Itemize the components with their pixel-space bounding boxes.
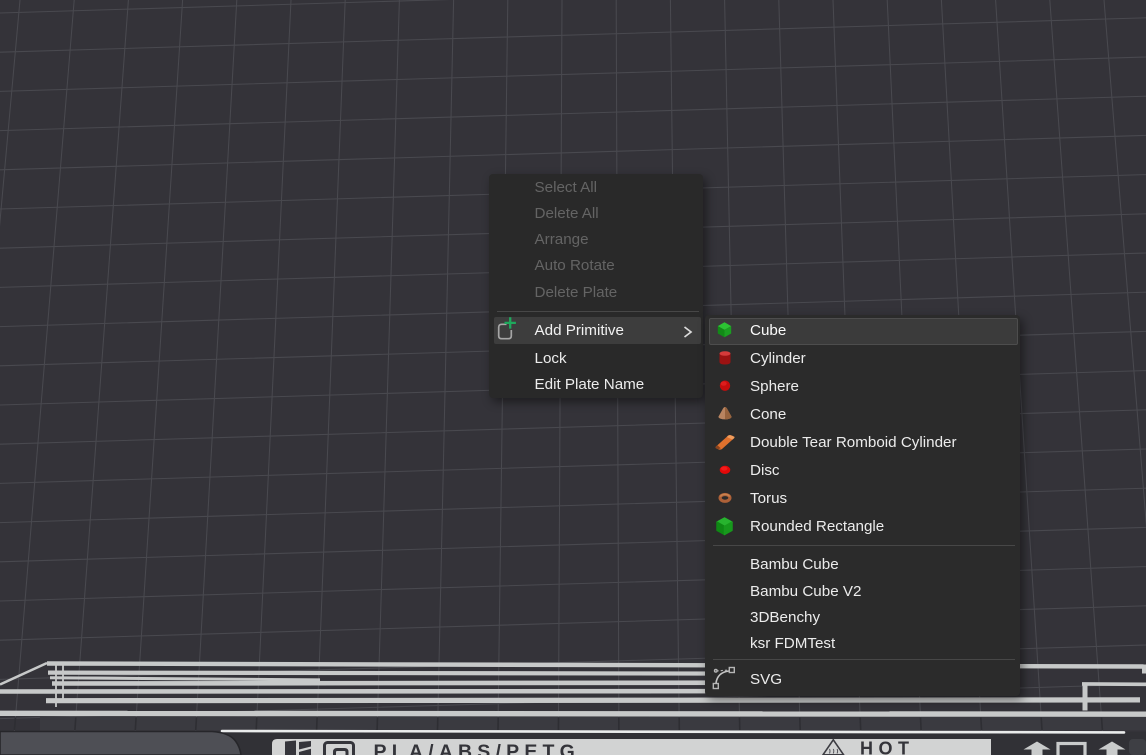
- svg-text:PLA/ABS/PETG: PLA/ABS/PETG: [374, 741, 581, 755]
- svg-text:HOT: HOT: [860, 738, 915, 755]
